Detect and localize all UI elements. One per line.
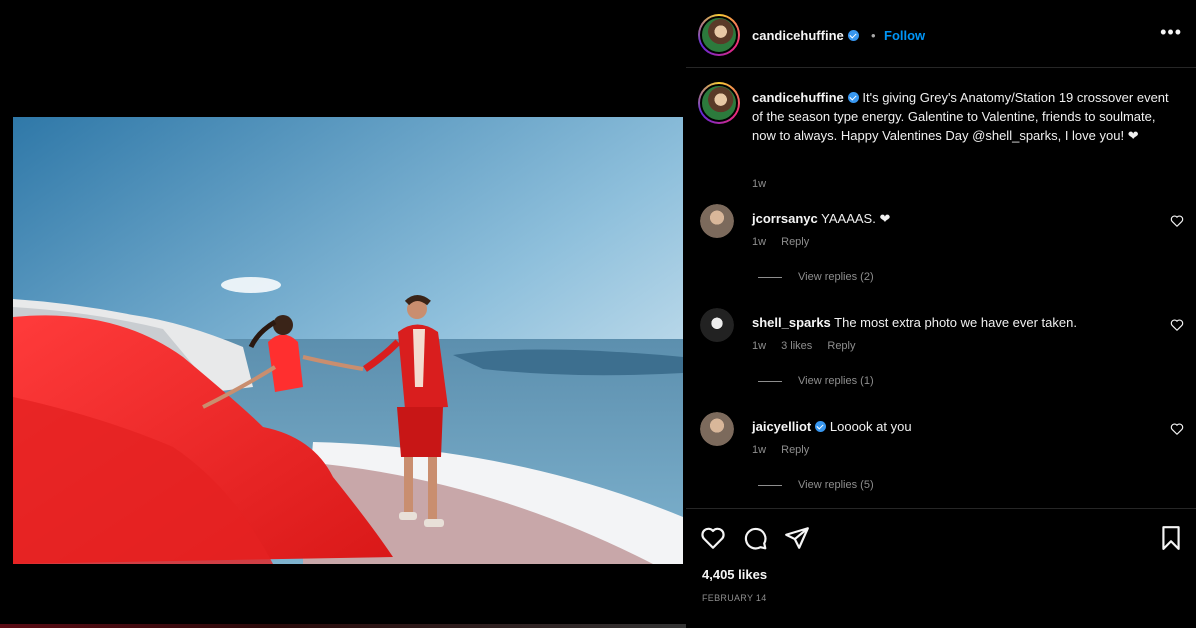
comment-item: shell_sparks The most extra photo we hav… xyxy=(686,308,1196,408)
post-image xyxy=(13,117,683,564)
more-options-icon[interactable]: ••• xyxy=(1160,22,1182,43)
separator-dot: • xyxy=(871,28,876,43)
comment-likes-count[interactable]: 3 likes xyxy=(781,340,812,352)
share-paper-plane-icon[interactable] xyxy=(784,525,810,551)
comment-username[interactable]: jcorrsanyc xyxy=(752,211,818,226)
view-replies-button[interactable]: View replies (1) xyxy=(758,375,874,387)
comments-section: candicehuffine It's giving Grey's Anatom… xyxy=(686,68,1196,508)
comment-body: jaicyelliot Looook at you xyxy=(752,419,1152,434)
verified-badge-icon xyxy=(847,30,859,41)
comment-body: shell_sparks The most extra photo we hav… xyxy=(752,315,1152,330)
likes-count[interactable]: 4,405 likes xyxy=(702,567,767,582)
post-date: FEBRUARY 14 xyxy=(702,593,767,603)
comment-like-heart-icon[interactable] xyxy=(1170,214,1184,228)
comment-text: The most extra photo we have ever taken. xyxy=(834,315,1077,330)
comment-bubble-icon[interactable] xyxy=(742,525,768,551)
commenter-avatar[interactable] xyxy=(700,308,734,342)
bottom-strip xyxy=(0,624,686,628)
post-photo[interactable] xyxy=(13,117,683,564)
caption-text: candicehuffine It's giving Grey's Anatom… xyxy=(752,88,1172,145)
author-avatar[interactable] xyxy=(698,14,740,56)
comment-like-heart-icon[interactable] xyxy=(1170,422,1184,436)
comment-item: jcorrsanyc YAAAAS. ❤ 1w Reply View repli… xyxy=(686,204,1196,304)
view-replies-button[interactable]: View replies (5) xyxy=(758,479,874,491)
caption-avatar[interactable] xyxy=(698,82,740,124)
view-replies-button[interactable]: View replies (2) xyxy=(758,271,874,283)
reply-button[interactable]: Reply xyxy=(781,236,809,248)
action-bar: 4,405 likes FEBRUARY 14 xyxy=(686,508,1196,628)
post-header: candicehuffine • Follow ••• xyxy=(686,0,1196,68)
comment-username[interactable]: shell_sparks xyxy=(752,315,831,330)
verified-badge-icon xyxy=(847,92,859,103)
comment-timestamp: 1w xyxy=(752,236,767,248)
comment-meta: 1w Reply xyxy=(752,236,821,248)
comment-text: Looook at you xyxy=(829,419,912,434)
reply-button[interactable]: Reply xyxy=(781,444,809,456)
follow-button[interactable]: Follow xyxy=(884,28,925,43)
comment-username[interactable]: jaicyelliot xyxy=(752,419,827,434)
comment-like-heart-icon[interactable] xyxy=(1170,318,1184,332)
post-side-panel: candicehuffine • Follow ••• candicehuffi… xyxy=(686,0,1196,628)
comment-meta: 1w 3 likes Reply xyxy=(752,340,868,352)
caption-timestamp: 1w xyxy=(752,178,767,190)
caption-username[interactable]: candicehuffine xyxy=(752,90,859,105)
save-bookmark-icon[interactable] xyxy=(1158,525,1184,551)
reply-button[interactable]: Reply xyxy=(827,340,855,352)
comment-timestamp: 1w xyxy=(752,340,767,352)
post-media-pane xyxy=(0,0,686,628)
author-username[interactable]: candicehuffine xyxy=(752,28,859,43)
comment-timestamp: 1w xyxy=(752,444,767,456)
comment-body: jcorrsanyc YAAAAS. ❤ xyxy=(752,211,1152,227)
commenter-avatar[interactable] xyxy=(700,412,734,446)
comment-item: jaicyelliot Looook at you 1w Reply View … xyxy=(686,412,1196,512)
like-heart-icon[interactable] xyxy=(700,525,726,551)
commenter-avatar[interactable] xyxy=(700,204,734,238)
comment-text: YAAAAS. ❤ xyxy=(821,211,891,226)
comment-meta: 1w Reply xyxy=(752,444,821,456)
verified-badge-icon xyxy=(815,421,827,432)
